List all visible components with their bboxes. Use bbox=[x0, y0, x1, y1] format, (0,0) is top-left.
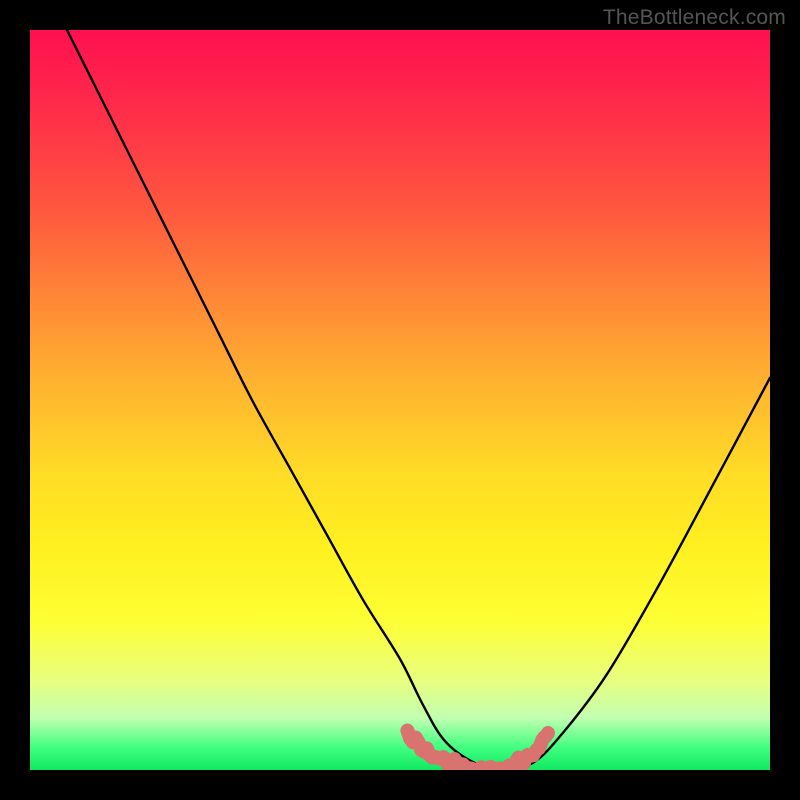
watermark-label: TheBottleneck.com bbox=[603, 6, 786, 30]
curve-layer bbox=[30, 30, 770, 770]
bottleneck-curve bbox=[67, 30, 770, 770]
plot-area bbox=[30, 30, 770, 770]
chart-frame: TheBottleneck.com bbox=[0, 0, 800, 800]
bottom-band bbox=[407, 730, 548, 770]
